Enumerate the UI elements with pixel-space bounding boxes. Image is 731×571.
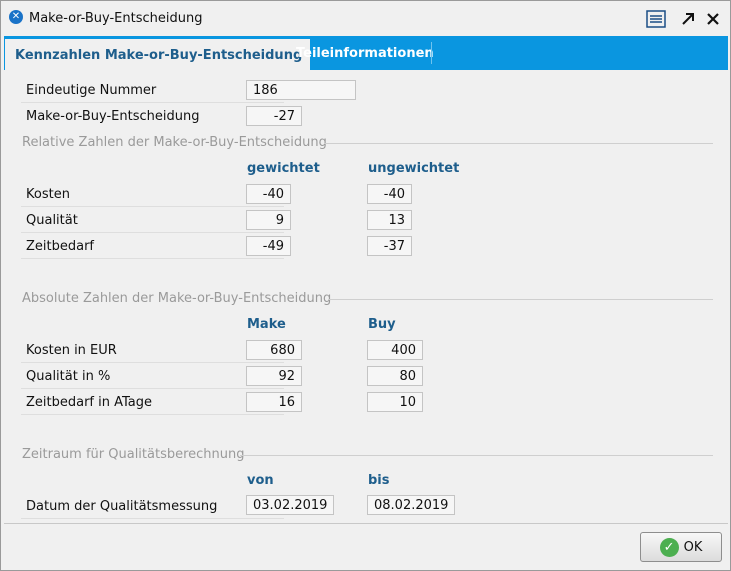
relative-unweighted-field: -37 (367, 236, 412, 256)
row-divider (21, 388, 284, 389)
absolute-buy-field: 10 (367, 392, 423, 412)
absolute-buy-field: 400 (367, 340, 423, 360)
period-col-to: bis (368, 473, 390, 488)
absolute-make-field: 16 (246, 392, 302, 412)
tab-divider (431, 42, 432, 64)
absolute-make-field: 92 (246, 366, 302, 386)
window-title: Make-or-Buy-Entscheidung (29, 11, 203, 26)
absolute-make-field: 680 (246, 340, 302, 360)
absolute-row-label: Zeitbedarf in ATage (26, 395, 153, 410)
row-divider (21, 232, 284, 233)
row-divider (21, 258, 284, 259)
row-divider (21, 518, 284, 519)
list-icon[interactable] (646, 9, 666, 29)
unique-number-field: 186 (246, 80, 356, 100)
relative-row-label: Qualität (26, 213, 78, 228)
relative-section-line (324, 143, 713, 144)
tab-kennzahlen[interactable]: Kennzahlen Make-or-Buy-Entscheidung (5, 39, 311, 70)
decision-field: -27 (246, 106, 302, 126)
tab-content: Eindeutige Nummer 186 Make-or-Buy-Entsch… (4, 70, 728, 523)
absolute-buy-field: 80 (367, 366, 423, 386)
period-section-line (240, 455, 713, 456)
check-circle-icon: ✓ (659, 537, 679, 557)
tab-bar: Kennzahlen Make-or-Buy-Entscheidung Teil… (4, 36, 728, 70)
relative-section-title: Relative Zahlen der Make-or-Buy-Entschei… (22, 135, 327, 150)
absolute-col-buy: Buy (368, 317, 396, 332)
date-from-field: 03.02.2019 (246, 495, 334, 515)
unique-number-label: Eindeutige Nummer (26, 83, 157, 98)
relative-col-unweighted: ungewichtet (368, 161, 460, 176)
period-col-from: von (247, 473, 274, 488)
close-icon[interactable] (703, 9, 723, 29)
row-divider (21, 414, 284, 415)
tab-teileinformationen[interactable]: Teileinformationen (296, 36, 434, 70)
title-bar[interactable]: ✕ Make-or-Buy-Entscheidung (1, 1, 730, 36)
relative-row-label: Zeitbedarf (26, 239, 95, 254)
expand-arrow-icon[interactable] (678, 9, 698, 29)
date-to-field: 08.02.2019 (367, 495, 455, 515)
ok-button-label: OK (683, 539, 703, 555)
relative-unweighted-field: 13 (367, 210, 412, 230)
dialog-window: ✕ Make-or-Buy-Entscheidung Kennzahlen Ma… (0, 0, 731, 571)
relative-row-label: Kosten (26, 187, 70, 202)
relative-col-weighted: gewichtet (247, 161, 320, 176)
absolute-col-make: Make (247, 317, 286, 332)
relative-weighted-field: -40 (246, 184, 291, 204)
absolute-section-line (328, 299, 713, 300)
ok-button[interactable]: ✓ OK (640, 532, 722, 562)
quality-date-label: Datum der Qualitätsmessung (26, 499, 218, 514)
row-divider (21, 102, 284, 103)
absolute-section-title: Absolute Zahlen der Make-or-Buy-Entschei… (22, 291, 332, 306)
relative-unweighted-field: -40 (367, 184, 412, 204)
absolute-row-label: Kosten in EUR (26, 343, 117, 358)
period-section-title: Zeitraum für Qualitätsberechnung (22, 447, 245, 462)
row-divider (21, 362, 284, 363)
relative-weighted-field: -49 (246, 236, 291, 256)
relative-weighted-field: 9 (246, 210, 291, 230)
decision-label: Make-or-Buy-Entscheidung (26, 109, 200, 124)
footer-divider (4, 523, 728, 524)
app-logo-icon: ✕ (9, 10, 23, 24)
row-divider (21, 206, 284, 207)
absolute-row-label: Qualität in % (26, 369, 111, 384)
